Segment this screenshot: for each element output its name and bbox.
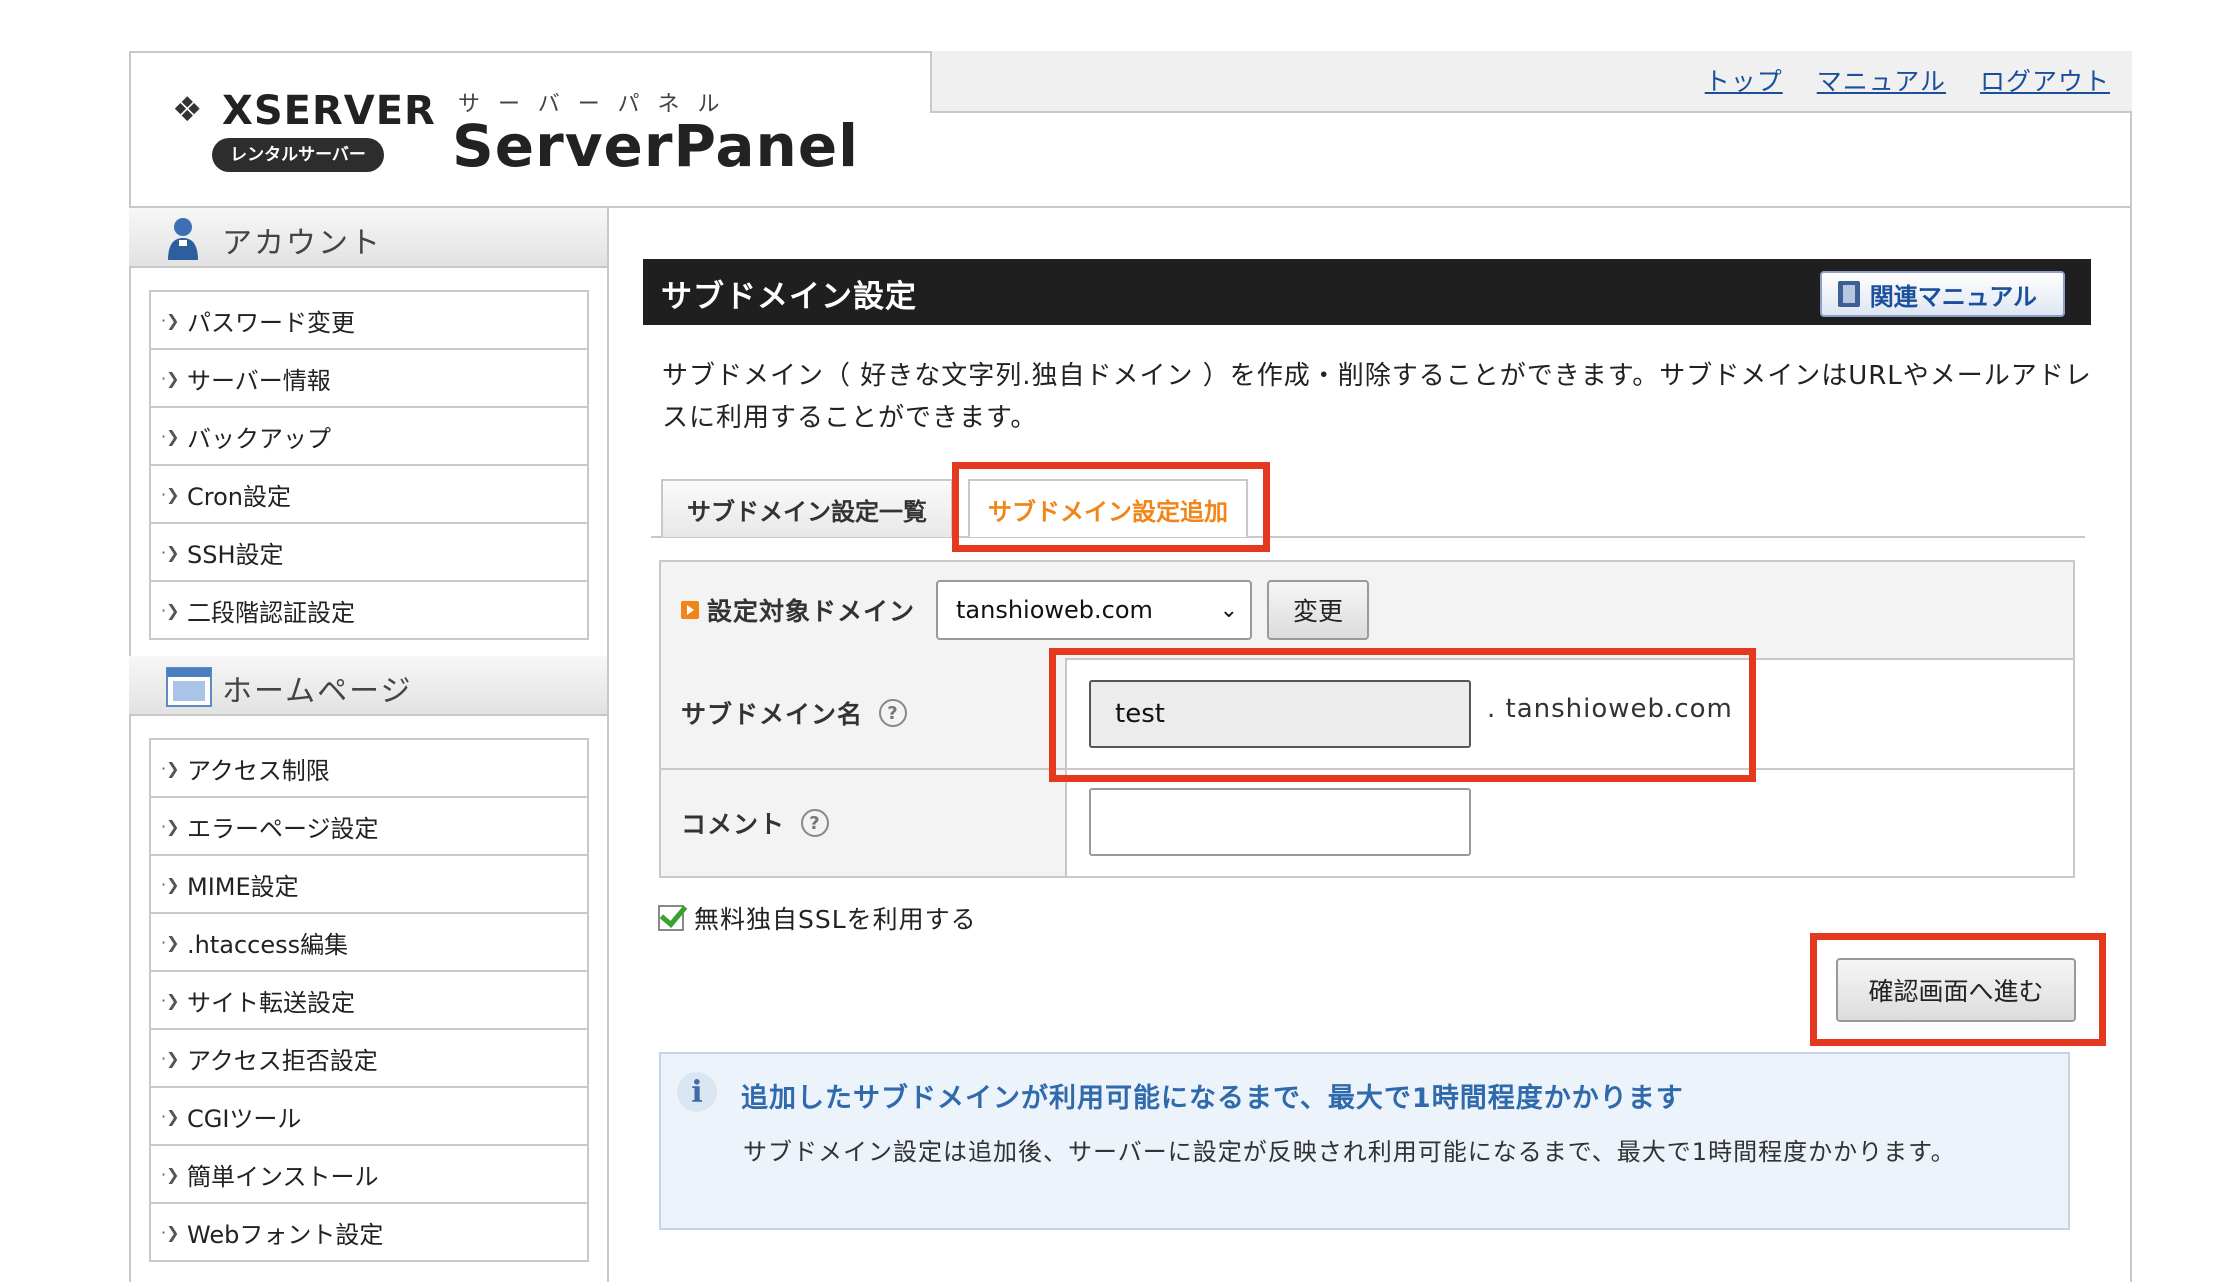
- sidebar-item-backup[interactable]: ·❯ バックアップ: [151, 408, 587, 466]
- sidebar-item-mime[interactable]: ·❯ MIME設定: [151, 856, 587, 914]
- chevron-right-icon: ·❯: [161, 600, 180, 620]
- panel-title: ServerPanel: [452, 112, 860, 180]
- subdomain-input[interactable]: test: [1089, 680, 1471, 748]
- sidebar-item-access-deny[interactable]: ·❯ アクセス拒否設定: [151, 1030, 587, 1088]
- page-description: サブドメイン（ 好きな文字列.独自ドメイン ）を作成・削除することができます。サ…: [662, 361, 2092, 433]
- xserver-logo[interactable]: ❖ XSERVER レンタルサーバー: [172, 88, 435, 180]
- page-title-bar: サブドメイン設定 関連マニュアル: [643, 259, 2091, 325]
- logo-badge: レンタルサーバー: [212, 138, 384, 172]
- comment-input[interactable]: [1089, 788, 1471, 856]
- comment-label: コメント ?: [681, 770, 830, 876]
- comment-label-cell: コメント ?: [661, 770, 1067, 876]
- homepage-icon: [165, 666, 213, 712]
- chevron-right-icon: ·❯: [161, 426, 180, 446]
- sidebar-account-title: アカウント: [222, 226, 382, 261]
- sidebar-homepage-title: ホームページ: [222, 674, 413, 709]
- nav-logout-link[interactable]: ログアウト: [1980, 62, 2110, 98]
- xserver-logo-icon: ❖: [172, 90, 203, 130]
- sidebar-item-error-page[interactable]: ·❯ エラーページ設定: [151, 798, 587, 856]
- info-icon: i: [677, 1072, 717, 1112]
- subdomain-form: 設定対象ドメイン tanshioweb.com ⌄ 変更 サブドメイン名 ? t…: [659, 560, 2075, 878]
- ssl-label: 無料独自SSLを利用する: [694, 905, 977, 934]
- sidebar-item-cgi-tools[interactable]: ·❯ CGIツール: [151, 1088, 587, 1146]
- chevron-down-icon: ⌄: [1219, 598, 1238, 623]
- sidebar-item-password[interactable]: ·❯ パスワード変更: [151, 292, 587, 350]
- ssl-option[interactable]: 無料独自SSLを利用する: [658, 900, 977, 936]
- chevron-right-icon: ·❯: [161, 368, 180, 388]
- chevron-right-icon: ·❯: [161, 484, 180, 504]
- top-nav: トップ マニュアル ログアウト: [1705, 62, 2110, 98]
- chevron-right-icon: ·❯: [161, 1164, 180, 1184]
- chevron-right-icon: ·❯: [161, 816, 180, 836]
- sidebar-item-easy-install[interactable]: ·❯ 簡単インストール: [151, 1146, 587, 1204]
- logo-text: XSERVER: [222, 88, 436, 134]
- sidebar-item-cron[interactable]: ·❯ Cron設定: [151, 466, 587, 524]
- tab-subdomain-list[interactable]: サブドメイン設定一覧: [661, 479, 953, 537]
- ssl-checkbox[interactable]: [658, 905, 684, 931]
- sidebar-section-account: アカウント: [129, 208, 607, 268]
- form-row-comment: コメント ?: [661, 770, 2073, 876]
- chevron-right-icon: ·❯: [161, 1048, 180, 1068]
- sidebar-item-two-factor[interactable]: ·❯ 二段階認証設定: [151, 582, 587, 640]
- subdomain-label-cell: サブドメイン名 ?: [661, 658, 1067, 768]
- chevron-right-icon: ·❯: [161, 1222, 180, 1242]
- sidebar-item-access-limit[interactable]: ·❯ アクセス制限: [151, 740, 587, 798]
- chevron-right-icon: ·❯: [161, 310, 180, 330]
- subdomain-label: サブドメイン名 ?: [681, 658, 908, 768]
- tab-subdomain-add[interactable]: サブドメイン設定追加: [968, 479, 1248, 537]
- chevron-right-icon: ·❯: [161, 932, 180, 952]
- account-menu: ·❯ パスワード変更 ·❯ サーバー情報 ·❯ バックアップ ·❯ Cron設定 ·❯ S…: [149, 290, 589, 640]
- chevron-right-icon: ·❯: [161, 874, 180, 894]
- change-button[interactable]: 変更: [1267, 580, 1369, 640]
- form-row-subdomain: サブドメイン名 ? test . tanshioweb.com: [661, 658, 2073, 770]
- info-body: サブドメイン設定は追加後、サーバーに設定が反映され利用可能になるまで、最大で1時…: [743, 1138, 1956, 1166]
- related-manual-button[interactable]: 関連マニュアル: [1819, 271, 2065, 317]
- confirm-button[interactable]: 確認画面へ進む: [1836, 958, 2076, 1022]
- nav-top-link[interactable]: トップ: [1705, 62, 1783, 98]
- chevron-right-icon: ·❯: [161, 542, 180, 562]
- subdomain-suffix: . tanshioweb.com: [1487, 694, 1733, 724]
- sidebar-item-server-info[interactable]: ·❯ サーバー情報: [151, 350, 587, 408]
- user-icon: [165, 216, 201, 266]
- sidebar: アカウント ·❯ パスワード変更 ·❯ サーバー情報 ·❯ バックアップ ·❯ Cron…: [129, 208, 609, 1282]
- target-domain-select[interactable]: tanshioweb.com ⌄: [936, 580, 1252, 640]
- chevron-right-icon: ·❯: [161, 758, 180, 778]
- target-domain-label: 設定対象ドメイン: [681, 592, 915, 628]
- sidebar-item-site-redirect[interactable]: ·❯ サイト転送設定: [151, 972, 587, 1030]
- sidebar-item-htaccess[interactable]: ·❯ .htaccess編集: [151, 914, 587, 972]
- play-bullet-icon: [681, 601, 699, 619]
- chevron-right-icon: ·❯: [161, 990, 180, 1010]
- sidebar-section-homepage: ホームページ: [129, 656, 607, 716]
- form-row-target-domain: 設定対象ドメイン tanshioweb.com ⌄ 変更: [661, 562, 2073, 660]
- info-notice: i 追加したサブドメインが利用可能になるまで、最大で1時間程度かかります サブド…: [659, 1052, 2070, 1230]
- help-icon[interactable]: ?: [801, 809, 830, 837]
- sidebar-item-web-font[interactable]: ·❯ Webフォント設定: [151, 1204, 587, 1262]
- help-icon[interactable]: ?: [879, 699, 908, 727]
- info-heading: 追加したサブドメインが利用可能になるまで、最大で1時間程度かかります: [741, 1083, 1684, 1114]
- sidebar-item-ssh[interactable]: ·❯ SSH設定: [151, 524, 587, 582]
- nav-manual-link[interactable]: マニュアル: [1817, 62, 1946, 98]
- chevron-right-icon: ·❯: [161, 1106, 180, 1126]
- page-title: サブドメイン設定: [661, 279, 917, 315]
- homepage-menu: ·❯ アクセス制限 ·❯ エラーページ設定 ·❯ MIME設定 ·❯ .htaccess…: [149, 738, 589, 1262]
- book-icon: [1837, 281, 1860, 307]
